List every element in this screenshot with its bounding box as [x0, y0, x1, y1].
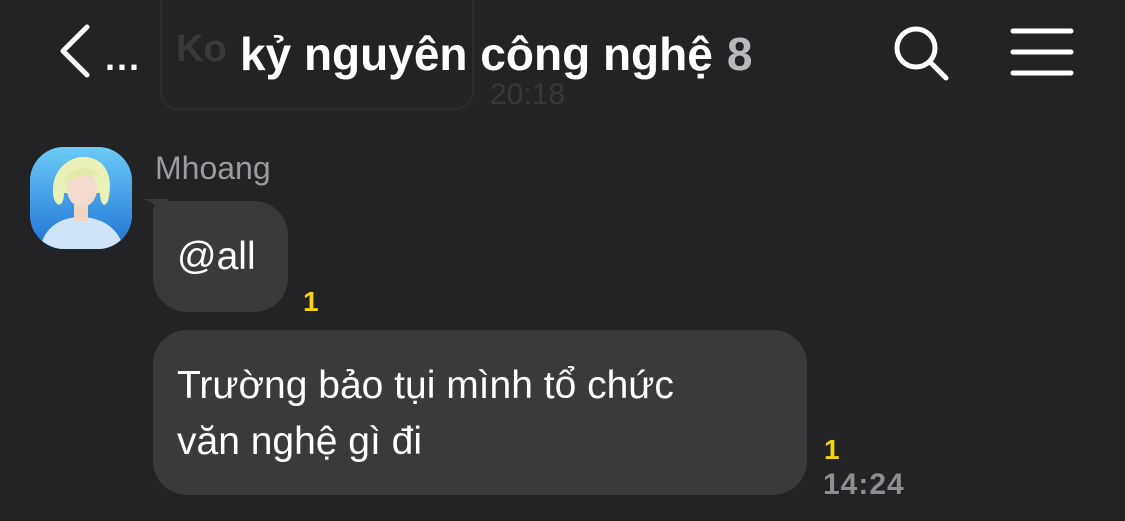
- back-button[interactable]: ...: [55, 20, 165, 86]
- chevron-left-icon: [55, 21, 95, 86]
- back-label: ...: [105, 37, 142, 78]
- menu-button[interactable]: [1010, 26, 1074, 78]
- member-count: 8: [726, 28, 753, 80]
- sender-name: Mhoang: [155, 150, 271, 186]
- chat-screen: Ko 20:18 ... kỷ nguyên công nghệ 8 Mhoan…: [0, 0, 1125, 521]
- chat-title: kỷ nguyên công nghệ: [240, 28, 713, 80]
- message-bubble[interactable]: Trường bảo tụi mình tổ chức văn nghệ gì …: [153, 330, 807, 495]
- message-text-line: văn nghệ gì đi: [177, 420, 423, 463]
- unread-count: 1: [824, 434, 840, 465]
- message-time: 14:24: [823, 468, 905, 501]
- avatar[interactable]: [30, 147, 132, 249]
- unread-count: 1: [303, 286, 319, 317]
- hamburger-menu-icon: [1010, 28, 1074, 82]
- message-text-line: Trường bảo tụi mình tổ chức: [177, 364, 674, 407]
- chat-title-area[interactable]: kỷ nguyên công nghệ 8: [240, 24, 752, 84]
- message-bubble[interactable]: @all: [153, 201, 288, 312]
- search-button[interactable]: [890, 22, 952, 84]
- chat-header: ... kỷ nguyên công nghệ 8: [0, 0, 1125, 110]
- message-text: @all: [177, 235, 256, 278]
- search-icon: [890, 26, 952, 88]
